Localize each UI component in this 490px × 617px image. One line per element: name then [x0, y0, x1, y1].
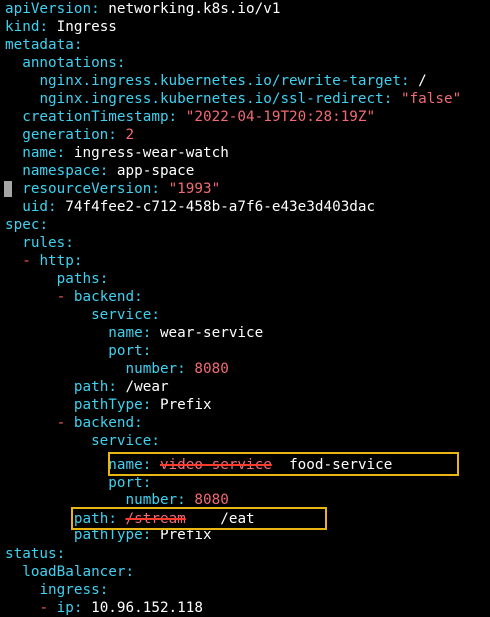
line-service-2: service:: [91, 433, 160, 449]
line-namespace: namespace: app-space: [22, 163, 195, 179]
yaml-key: uid: [22, 199, 49, 215]
yaml-key: namespace: [22, 163, 100, 179]
line-service-2-port: port:: [108, 475, 152, 491]
line-backend-1: - backend:: [56, 289, 143, 305]
line-ip: - ip: 10.96.152.118: [39, 600, 203, 616]
yaml-value: 74f4fee2-c712-458b-a7f6-e43e3d403dac: [65, 199, 376, 215]
line-metadata: metadata:: [5, 37, 83, 53]
line-path-type-1: pathType: Prefix: [73, 397, 212, 413]
yaml-key: name: [108, 325, 143, 341]
list-dash: -: [56, 289, 66, 305]
line-resource-version: resourceVersion: "1993": [22, 181, 221, 197]
yaml-key: port: [108, 475, 143, 491]
yaml-value: 8080: [194, 492, 229, 508]
yaml-key: rules: [22, 235, 66, 251]
list-dash: -: [39, 600, 49, 616]
line-spec: spec:: [5, 217, 49, 233]
yaml-key: service: [91, 307, 152, 323]
line-rewrite-target: nginx.ingress.kubernetes.io/rewrite-targ…: [39, 73, 427, 89]
line-creation-timestamp: creationTimestamp: "2022-04-19T20:28:19Z…: [22, 109, 376, 125]
yaml-value: networking.k8s.io/v1: [108, 1, 281, 17]
list-dash: -: [22, 253, 31, 269]
yaml-value: /: [418, 73, 427, 89]
yaml-key: port: [108, 343, 143, 359]
line-name: name: ingress-wear-watch: [22, 145, 229, 161]
yaml-value: ingress-wear-watch: [73, 145, 229, 161]
yaml-value: "false": [400, 91, 462, 107]
yaml-key: metadata: [5, 37, 74, 53]
line-ssl-redirect: nginx.ingress.kubernetes.io/ssl-redirect…: [39, 91, 462, 107]
line-annotations: annotations:: [22, 55, 126, 71]
yaml-key: status: [5, 546, 57, 562]
yaml-editor[interactable]: apiVersion: networking.k8s.io/v1 kind: I…: [0, 0, 490, 617]
yaml-key: generation: [22, 127, 109, 143]
line-paths: paths:: [56, 271, 109, 287]
line-http: - http:: [22, 253, 83, 269]
line-apiversion: apiVersion: networking.k8s.io/v1: [5, 1, 281, 17]
yaml-key: nginx.ingress.kubernetes.io/rewrite-targ…: [39, 73, 401, 89]
yaml-key: ingress: [39, 582, 100, 598]
line-generation: generation: 2: [22, 127, 135, 143]
yaml-value: wear-service: [159, 325, 264, 341]
yaml-key: kind: [5, 19, 40, 35]
line-uid: uid: 74f4fee2-c712-458b-a7f6-e43e3d403da…: [22, 199, 376, 215]
line-kind: kind: Ingress: [5, 19, 117, 35]
line-path-1: path: /wear: [73, 379, 169, 395]
yaml-key: paths: [56, 271, 100, 287]
yaml-value: Ingress: [56, 19, 117, 35]
yaml-value: /wear: [125, 379, 169, 395]
yaml-value: app-space: [116, 163, 195, 179]
yaml-key: backend: [73, 415, 135, 431]
line-status: status:: [5, 546, 66, 562]
yaml-key: spec: [5, 217, 40, 233]
yaml-key: loadBalancer: [22, 564, 126, 580]
line-service-1-name: name: wear-service: [108, 325, 264, 341]
yaml-value: 10.96.152.118: [91, 600, 203, 616]
yaml-key: nginx.ingress.kubernetes.io/ssl-redirect: [39, 91, 384, 107]
line-service-1: service:: [91, 307, 160, 323]
yaml-key: pathType: [73, 397, 143, 413]
line-service-1-port: port:: [108, 343, 152, 359]
highlight-box-path: [71, 507, 327, 530]
yaml-value: "1993": [168, 181, 221, 197]
yaml-value: 8080: [194, 361, 229, 377]
yaml-key: name: [22, 145, 57, 161]
yaml-key: ip: [56, 600, 74, 616]
yaml-key: number: [125, 361, 178, 377]
yaml-value: 2: [125, 127, 135, 143]
yaml-value: "2022-04-19T20:28:19Z": [185, 109, 376, 125]
line-load-balancer: loadBalancer:: [22, 564, 135, 580]
yaml-key: path: [73, 379, 109, 395]
yaml-value: Prefix: [159, 397, 212, 413]
line-rules: rules:: [22, 235, 74, 251]
list-dash: -: [56, 415, 66, 431]
yaml-key: apiVersion: [5, 1, 92, 17]
yaml-key: resourceVersion: [22, 181, 152, 197]
yaml-key: number: [125, 492, 178, 508]
yaml-key: creationTimestamp: [22, 109, 169, 125]
highlight-box-service-name: [108, 452, 459, 476]
line-ingress: ingress:: [39, 582, 109, 598]
yaml-key: service: [91, 433, 152, 449]
line-service-1-number: number: 8080: [125, 361, 229, 377]
line-backend-2: - backend:: [56, 415, 143, 431]
yaml-key: annotations: [22, 55, 117, 71]
yaml-key: backend: [73, 289, 135, 305]
yaml-key: http: [39, 253, 74, 269]
